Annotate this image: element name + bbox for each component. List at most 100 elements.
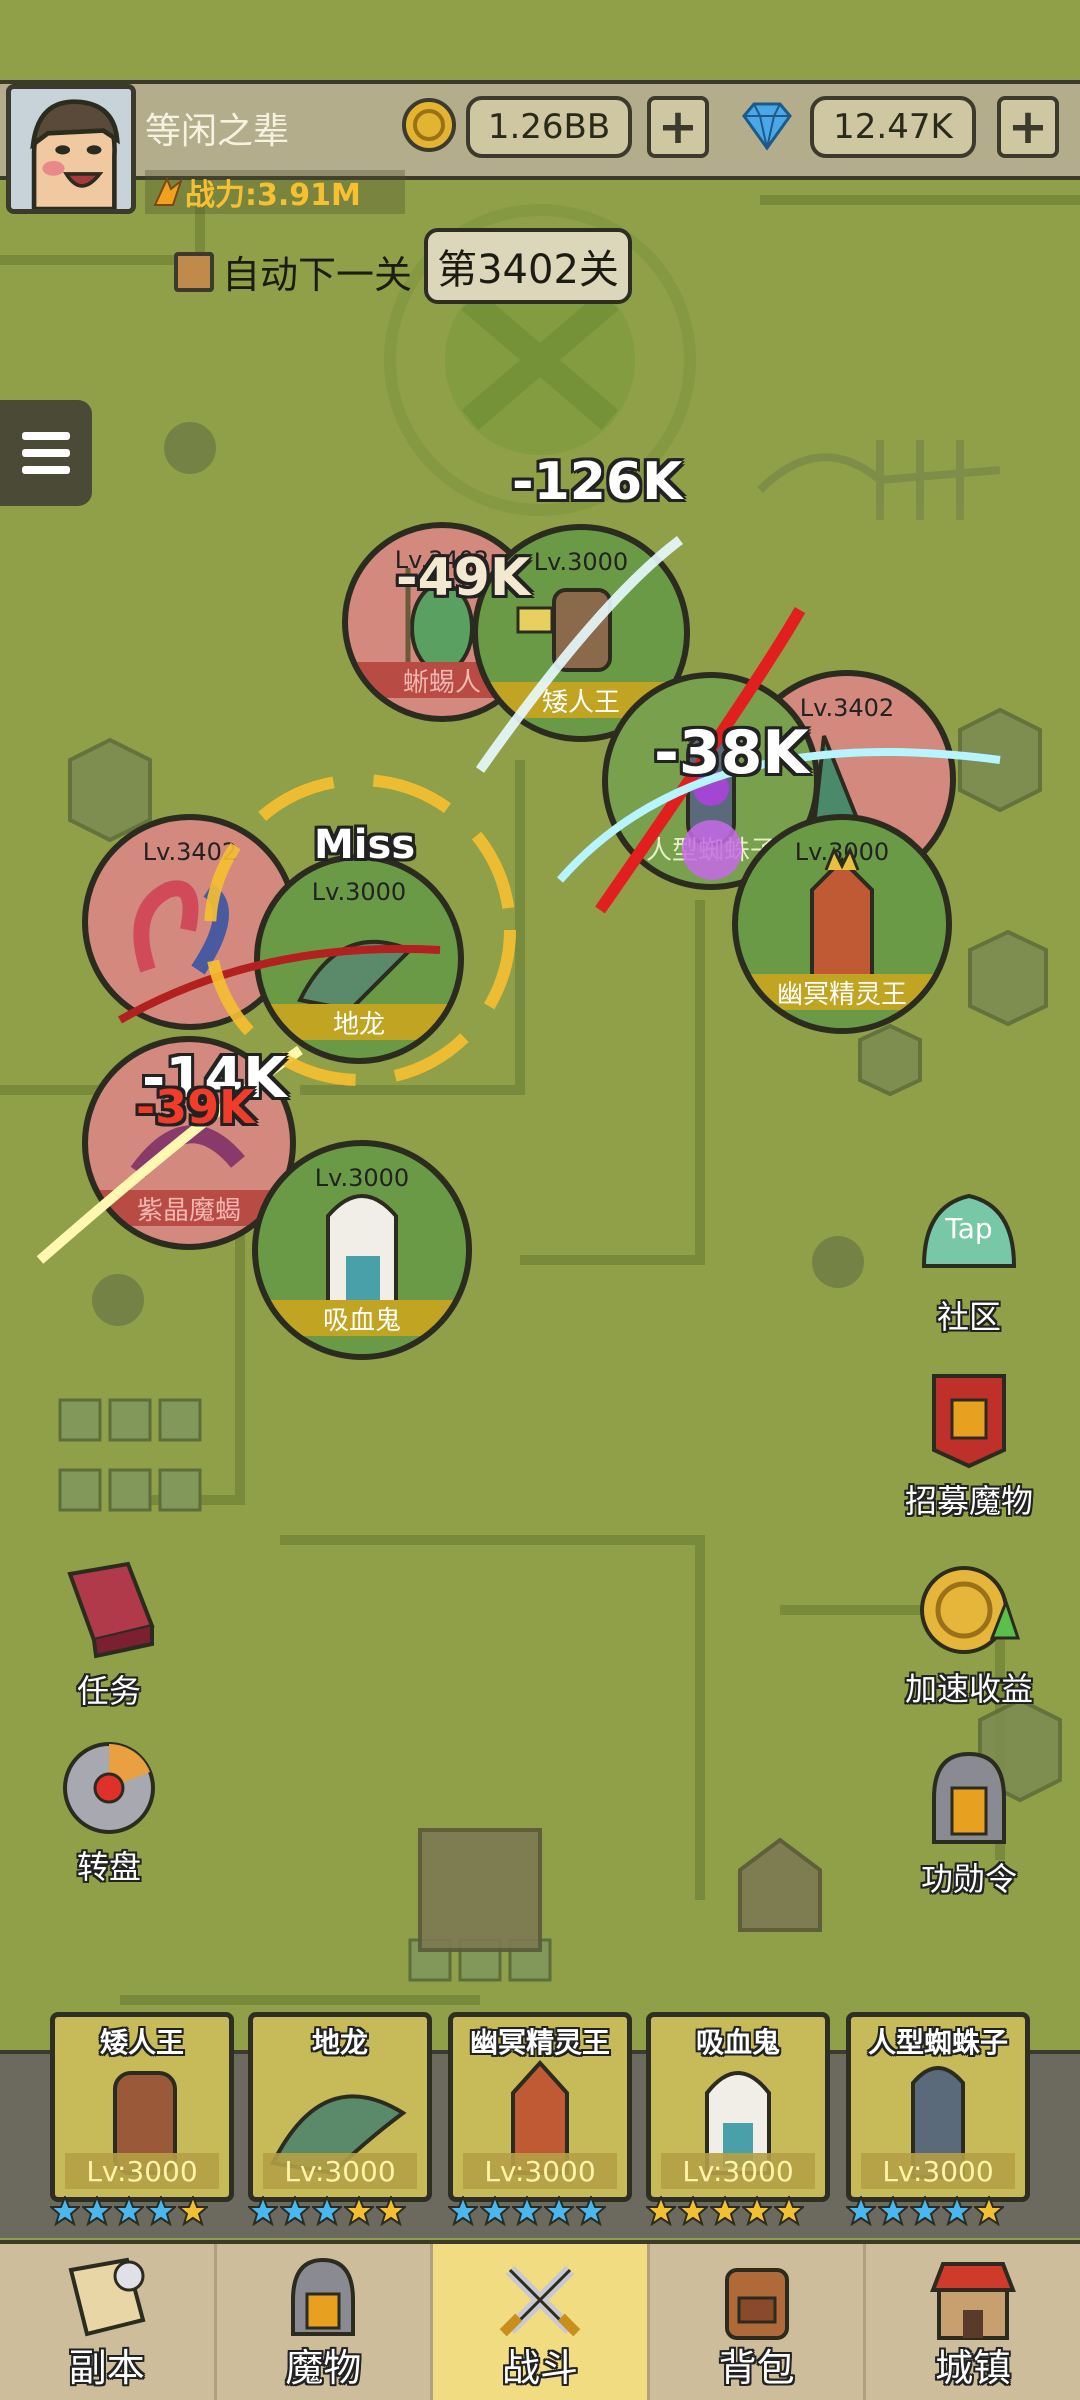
hero-level: Lv:3000 <box>463 2153 617 2189</box>
tab-battle[interactable]: 战斗 <box>433 2244 650 2400</box>
shop-house-icon <box>930 2262 1017 2340</box>
star-icon <box>248 2196 278 2226</box>
community-button[interactable]: Tap 社区 <box>884 1186 1054 1338</box>
stage-indicator: 第3402关 <box>424 228 632 304</box>
hero-star-row <box>448 2196 606 2232</box>
star-icon <box>280 2196 310 2226</box>
community-icon: Tap <box>921 1193 1017 1268</box>
player-name: 等闲之辈 <box>145 111 290 152</box>
knight-helmet-icon <box>932 1751 1006 1844</box>
star-icon <box>82 2196 112 2226</box>
menu-bar-icon <box>22 466 70 474</box>
recruit-label: 招募魔物 <box>904 1482 1033 1520</box>
side-menu-button[interactable] <box>0 400 92 506</box>
crossed-swords-icon <box>499 2265 581 2337</box>
tasks-label: 任务 <box>76 1672 141 1710</box>
tab-dungeon[interactable]: 副本 <box>0 2244 217 2400</box>
speed-up-button[interactable]: 加速收益 <box>884 1558 1054 1710</box>
merit-button[interactable]: 功勋令 <box>884 1748 1054 1900</box>
star-icon <box>512 2196 542 2226</box>
damage-number: -38K <box>654 718 809 788</box>
backpack-icon <box>724 2268 789 2340</box>
star-icon <box>678 2196 708 2226</box>
community-label: 社区 <box>936 1298 1001 1336</box>
star-icon <box>344 2196 374 2226</box>
star-icon <box>114 2196 144 2226</box>
star-icon <box>646 2196 676 2226</box>
menu-bar-icon <box>22 449 70 457</box>
merit-label: 功勋令 <box>920 1860 1017 1898</box>
wheel-label: 转盘 <box>76 1848 141 1886</box>
diamond-icon <box>742 102 792 151</box>
hero-card[interactable]: 矮人王 Lv:3000 <box>50 2012 234 2202</box>
hero-star-row <box>646 2196 804 2232</box>
hero-level: Lv:3000 <box>661 2153 815 2189</box>
auto-next-label: 自动下一关 <box>222 253 413 297</box>
star-icon <box>448 2196 478 2226</box>
tab-backpack[interactable]: 背包 <box>650 2244 867 2400</box>
tab-monsters[interactable]: 魔物 <box>217 2244 434 2400</box>
avatar-face-icon <box>11 89 131 209</box>
combat-power-value: 战力:3.91M <box>185 178 361 213</box>
map-scroll-icon <box>68 2257 146 2337</box>
hero-level: Lv:3000 <box>861 2153 1015 2189</box>
star-icon <box>576 2196 606 2226</box>
tasks-button[interactable]: 任务 <box>24 1560 194 1712</box>
star-icon <box>480 2196 510 2226</box>
star-icon <box>50 2196 80 2226</box>
recruit-button[interactable]: 招募魔物 <box>884 1370 1054 1522</box>
combat-power: 战力:3.91M <box>145 170 405 214</box>
star-icon <box>710 2196 740 2226</box>
hero-star-row <box>846 2196 1004 2232</box>
hero-card[interactable]: 幽冥精灵王 Lv:3000 <box>448 2012 632 2202</box>
community-tag: Tap <box>944 1212 992 1245</box>
monster-helmet-icon <box>291 2257 356 2336</box>
auto-next-toggle[interactable]: 自动下一关 <box>174 244 412 299</box>
tab-town[interactable]: 城镇 <box>866 2244 1080 2400</box>
auto-next-checkbox[interactable] <box>174 251 214 292</box>
star-icon <box>178 2196 208 2226</box>
star-icon <box>974 2196 1004 2226</box>
hero-star-row <box>248 2196 406 2232</box>
tab-label: 城镇 <box>935 2346 1012 2390</box>
hero-card[interactable]: 吸血鬼 Lv:3000 <box>646 2012 830 2202</box>
gold-amount: 1.26BB <box>466 96 632 158</box>
tab-label: 副本 <box>68 2346 145 2390</box>
hero-star-row <box>50 2196 208 2232</box>
menu-bar-icon <box>22 432 70 440</box>
coin-arrow-icon <box>920 1566 1021 1654</box>
book-icon <box>67 1561 155 1659</box>
gold-coin-icon <box>402 98 456 152</box>
wheel-icon <box>63 1742 155 1834</box>
speed-up-label: 加速收益 <box>904 1670 1033 1708</box>
add-gold-button[interactable]: + <box>647 96 709 158</box>
tab-label: 魔物 <box>285 2346 362 2390</box>
star-icon <box>846 2196 876 2226</box>
power-icon <box>153 176 184 206</box>
hero-level: Lv:3000 <box>263 2153 417 2189</box>
star-icon <box>376 2196 406 2226</box>
bottom-navigation: 副本 魔物 战斗 背包 城镇 <box>0 2240 1080 2400</box>
gem-amount: 12.47K <box>810 96 976 158</box>
star-icon <box>942 2196 972 2226</box>
star-icon <box>774 2196 804 2226</box>
wheel-button[interactable]: 转盘 <box>24 1736 194 1888</box>
star-icon <box>910 2196 940 2226</box>
add-gems-button[interactable]: + <box>997 96 1059 158</box>
miss-indicator: Miss <box>314 822 416 868</box>
star-icon <box>878 2196 908 2226</box>
hero-card[interactable]: 人型蜘蛛子 Lv:3000 <box>846 2012 1030 2202</box>
star-icon <box>146 2196 176 2226</box>
damage-number: -49K <box>396 548 531 608</box>
star-icon <box>544 2196 574 2226</box>
banner-helmet-icon <box>932 1374 1006 1469</box>
player-avatar[interactable] <box>6 84 136 214</box>
star-icon <box>312 2196 342 2226</box>
tab-label: 战斗 <box>501 2346 578 2390</box>
hero-card[interactable]: 地龙 Lv:3000 <box>248 2012 432 2202</box>
damage-number: -39K <box>136 1080 255 1134</box>
hero-level: Lv:3000 <box>65 2153 219 2189</box>
star-icon <box>742 2196 772 2226</box>
damage-number: -126K <box>512 452 683 512</box>
tab-label: 背包 <box>718 2346 795 2390</box>
